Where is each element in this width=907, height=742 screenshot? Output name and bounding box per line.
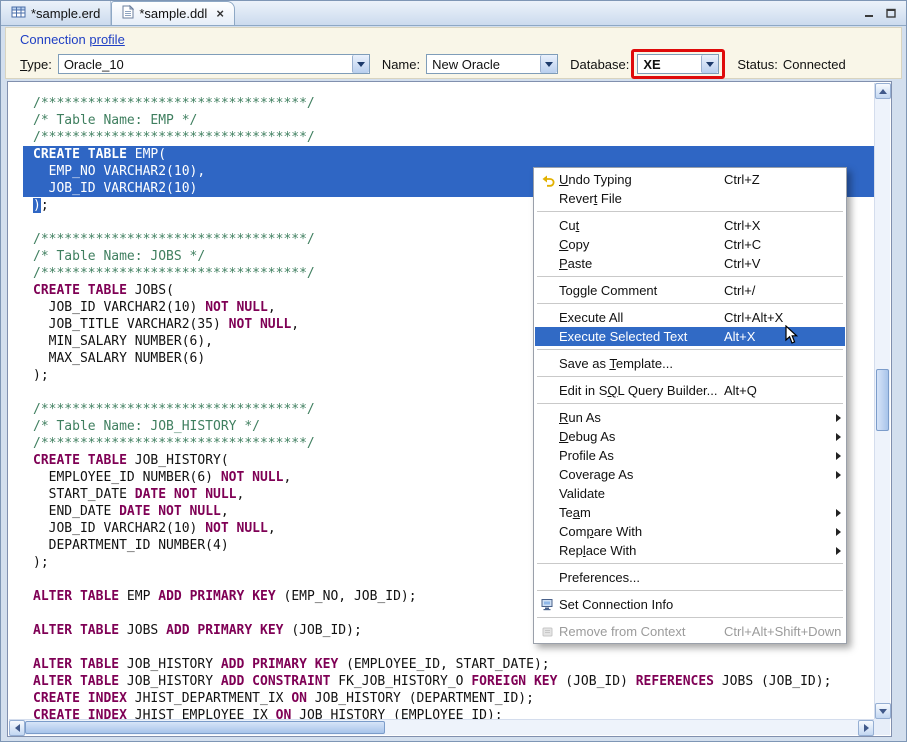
menu-separator (537, 563, 843, 564)
remove-context-icon (537, 626, 559, 638)
erd-table-icon (11, 5, 26, 22)
scroll-up-icon[interactable] (875, 83, 891, 99)
submenu-arrow-icon (831, 471, 841, 479)
type-combo-value: Oracle_10 (59, 57, 352, 72)
menu-item-execute-all[interactable]: Execute AllCtrl+Alt+X (535, 308, 845, 327)
vertical-scrollbar[interactable] (874, 83, 890, 719)
tab-label: *sample.erd (31, 6, 100, 21)
connection-profile-row: Type: Oracle_10 Name: New Oracle Databas… (20, 50, 893, 78)
menu-item-revert-file[interactable]: Revert File (535, 189, 845, 208)
scrollbar-corner (874, 719, 890, 735)
menu-item-paste[interactable]: PasteCtrl+V (535, 254, 845, 273)
menu-item-compare-with[interactable]: Compare With (535, 522, 845, 541)
menu-separator (537, 276, 843, 277)
menu-item-set-connection-info[interactable]: Set Connection Info (535, 595, 845, 614)
chevron-down-icon[interactable] (701, 55, 718, 73)
minimize-icon[interactable] (862, 6, 876, 20)
menu-separator (537, 349, 843, 350)
submenu-arrow-icon (831, 509, 841, 517)
menu-separator (537, 590, 843, 591)
database-label: Database: (570, 57, 629, 72)
close-icon[interactable]: × (216, 7, 224, 20)
scroll-left-icon[interactable] (9, 720, 25, 736)
chevron-down-icon[interactable] (540, 55, 557, 73)
code-line[interactable]: ALTER TABLE JOB_HISTORY ADD CONSTRAINT F… (23, 673, 874, 690)
status-label: Status: (737, 57, 777, 72)
connection-icon (537, 598, 559, 611)
name-label: Name: (382, 57, 420, 72)
menu-item-preferences[interactable]: Preferences... (535, 568, 845, 587)
menu-item-team[interactable]: Team (535, 503, 845, 522)
horizontal-scrollbar[interactable] (9, 719, 874, 735)
tab-sample-ddl[interactable]: *sample.ddl × (111, 1, 235, 25)
menu-separator (537, 376, 843, 377)
status-value: Connected (783, 57, 846, 72)
code-line[interactable]: CREATE INDEX JHIST_EMPLOYEE_IX ON JOB_HI… (23, 707, 874, 719)
code-line[interactable]: CREATE INDEX JHIST_DEPARTMENT_IX ON JOB_… (23, 690, 874, 707)
menu-item-validate[interactable]: Validate (535, 484, 845, 503)
vertical-scroll-thumb[interactable] (876, 369, 889, 431)
menu-separator (537, 303, 843, 304)
menu-item-edit-in-sql-query-builder[interactable]: Edit in SQL Query Builder...Alt+Q (535, 381, 845, 400)
menu-item-profile-as[interactable]: Profile As (535, 446, 845, 465)
horizontal-scroll-thumb[interactable] (25, 721, 385, 734)
menu-separator (537, 211, 843, 212)
scroll-down-icon[interactable] (875, 703, 891, 719)
code-line[interactable]: CREATE TABLE EMP( (23, 146, 874, 163)
connection-profile-header[interactable]: Connection profile (20, 32, 125, 47)
type-label: Type: (20, 57, 52, 72)
connection-profile-panel: Connection profile Type: Oracle_10 Name:… (5, 27, 902, 79)
editor-tab-bar: *sample.erd *sample.ddl × (1, 1, 906, 26)
tab-sample-erd[interactable]: *sample.erd (1, 1, 111, 25)
code-line[interactable]: /* Table Name: EMP */ (23, 112, 874, 129)
undo-icon (537, 173, 559, 187)
menu-item-replace-with[interactable]: Replace With (535, 541, 845, 560)
menu-item-debug-as[interactable]: Debug As (535, 427, 845, 446)
red-highlight-annotation: XE (631, 49, 725, 79)
tab-label: *sample.ddl (139, 6, 207, 21)
database-combo[interactable]: XE (637, 54, 719, 74)
view-controls (854, 1, 906, 25)
database-combo-value: XE (638, 57, 701, 72)
menu-item-execute-selected-text[interactable]: Execute Selected TextAlt+X (535, 327, 845, 346)
mouse-cursor (785, 325, 798, 348)
menu-item-save-as-template[interactable]: Save as Template... (535, 354, 845, 373)
menu-separator (537, 403, 843, 404)
type-combo[interactable]: Oracle_10 (58, 54, 370, 74)
name-combo[interactable]: New Oracle (426, 54, 558, 74)
submenu-arrow-icon (831, 528, 841, 536)
submenu-arrow-icon (831, 547, 841, 555)
sql-editor-window: *sample.erd *sample.ddl × Connection pro… (0, 0, 907, 742)
code-line[interactable]: /**********************************/ (23, 129, 874, 146)
menu-separator (537, 617, 843, 618)
menu-item-cut[interactable]: CutCtrl+X (535, 216, 845, 235)
menu-item-remove-from-context: Remove from ContextCtrl+Alt+Shift+Down (535, 622, 845, 641)
menu-item-copy[interactable]: CopyCtrl+C (535, 235, 845, 254)
chevron-down-icon[interactable] (352, 55, 369, 73)
menu-item-undo-typing[interactable]: Undo TypingCtrl+Z (535, 170, 845, 189)
maximize-icon[interactable] (884, 6, 898, 20)
context-menu: Undo TypingCtrl+ZRevert File CutCtrl+XCop… (533, 167, 847, 644)
name-combo-value: New Oracle (427, 57, 540, 72)
ddl-file-icon (122, 5, 134, 22)
scroll-right-icon[interactable] (858, 720, 874, 736)
submenu-arrow-icon (831, 414, 841, 422)
menu-item-toggle-comment[interactable]: Toggle CommentCtrl+/ (535, 281, 845, 300)
submenu-arrow-icon (831, 433, 841, 441)
code-line[interactable]: ALTER TABLE JOB_HISTORY ADD PRIMARY KEY … (23, 656, 874, 673)
menu-item-coverage-as[interactable]: Coverage As (535, 465, 845, 484)
code-line[interactable]: /**********************************/ (23, 95, 874, 112)
submenu-arrow-icon (831, 452, 841, 460)
menu-item-run-as[interactable]: Run As (535, 408, 845, 427)
